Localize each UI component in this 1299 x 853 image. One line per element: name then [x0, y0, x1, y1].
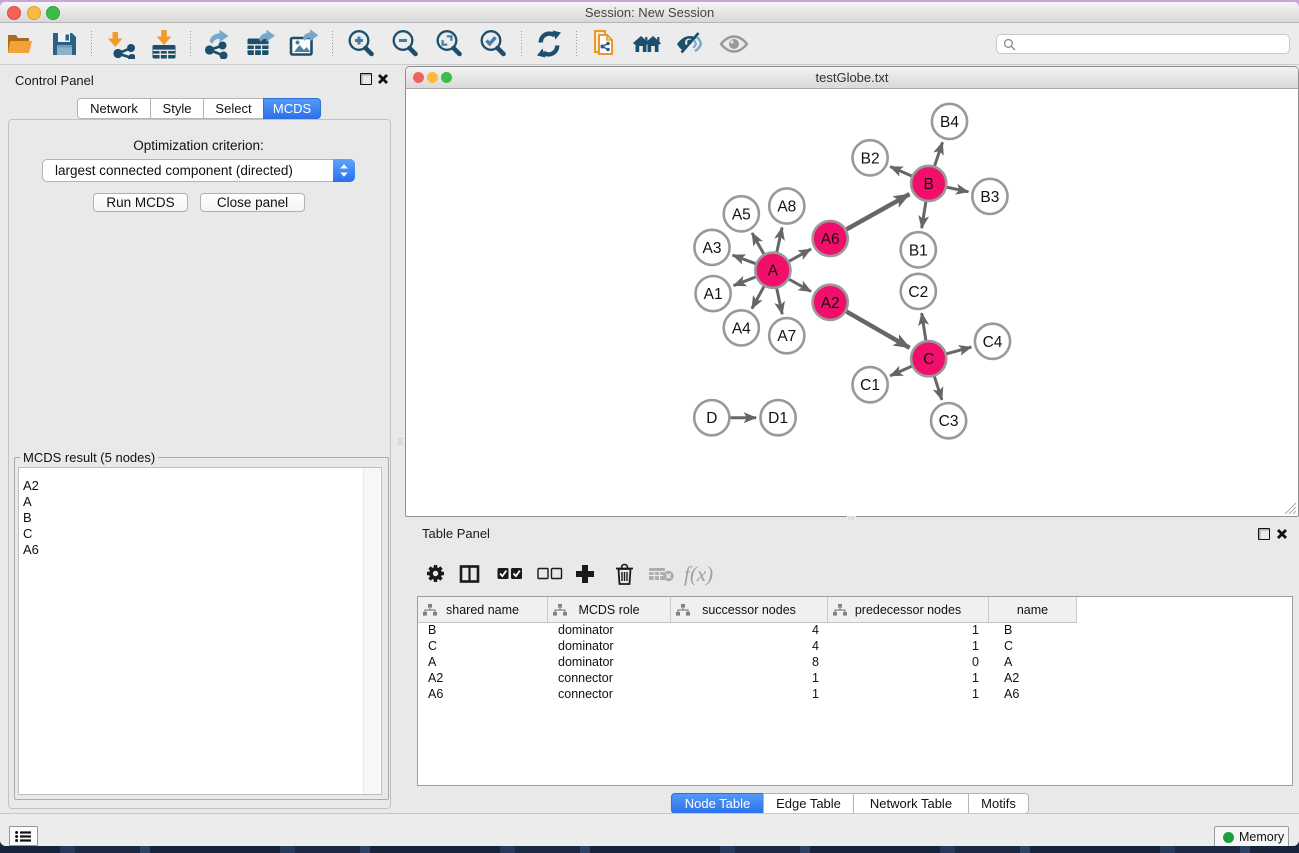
svg-text:B: B [924, 176, 934, 193]
svg-text:C: C [923, 351, 934, 368]
svg-text:A4: A4 [732, 320, 751, 337]
svg-text:B3: B3 [980, 189, 999, 206]
svg-text:D: D [706, 410, 717, 427]
svg-text:A8: A8 [777, 199, 796, 216]
svg-text:A5: A5 [732, 206, 751, 223]
svg-text:A2: A2 [821, 295, 840, 312]
svg-text:C2: C2 [908, 284, 928, 301]
svg-text:C1: C1 [860, 377, 880, 394]
svg-text:A1: A1 [704, 286, 723, 303]
svg-text:D1: D1 [768, 410, 788, 427]
svg-text:A3: A3 [703, 240, 722, 257]
svg-text:A: A [768, 263, 779, 280]
svg-text:B4: B4 [940, 114, 959, 131]
svg-text:B2: B2 [861, 150, 880, 167]
svg-text:C3: C3 [939, 413, 959, 430]
svg-text:A7: A7 [777, 328, 796, 345]
svg-text:A6: A6 [821, 231, 840, 248]
svg-text:B1: B1 [909, 242, 928, 259]
svg-text:C4: C4 [983, 334, 1003, 351]
